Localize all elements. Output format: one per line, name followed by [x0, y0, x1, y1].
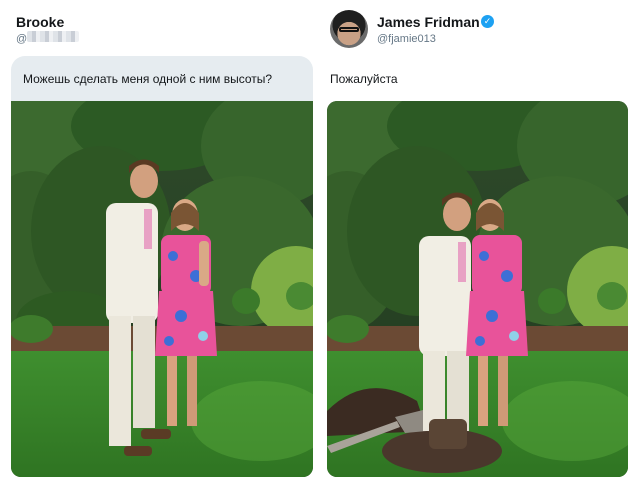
reply-message: Пожалуйста: [330, 72, 398, 86]
request-tweet: Brooke @ Можешь сделать меня одной с ним…: [0, 0, 320, 491]
author-name[interactable]: Brooke: [16, 14, 64, 30]
author-handle[interactable]: @: [16, 33, 27, 45]
couple-photo-edited: [327, 101, 628, 477]
original-photo[interactable]: [11, 101, 313, 477]
author-name[interactable]: James Fridman: [377, 14, 480, 30]
verified-badge-icon: ✓: [481, 15, 494, 28]
couple-photo-original: [11, 101, 313, 477]
edited-photo[interactable]: [327, 101, 628, 477]
message-text: Можешь сделать меня одной с ним высоты?: [23, 72, 273, 86]
reply-tweet: James Fridman ✓ @fjamie013 Пожалуйста: [320, 0, 640, 491]
message-bubble: Можешь сделать меня одной с ним высоты?: [11, 56, 313, 101]
author-handle[interactable]: @fjamie013: [377, 33, 436, 45]
blurred-handle: [27, 31, 79, 42]
